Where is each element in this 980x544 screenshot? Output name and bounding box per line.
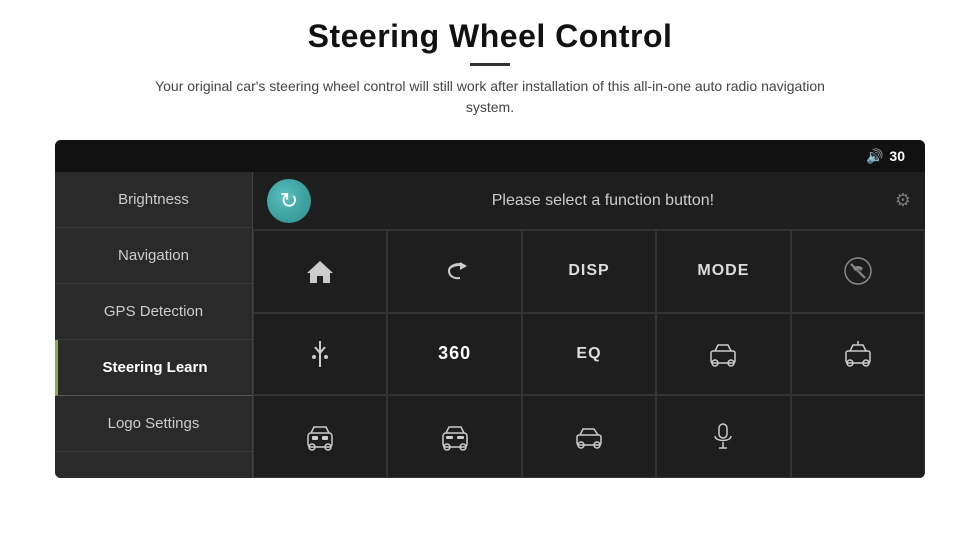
car-view-2-button[interactable] <box>791 313 925 396</box>
status-bar: 🔊 30 <box>55 140 925 172</box>
back-button[interactable] <box>387 230 521 313</box>
main-area: Brightness Navigation GPS Detection Stee… <box>55 172 925 478</box>
sidebar-item-brightness[interactable]: Brightness <box>55 172 252 228</box>
car-back-button[interactable] <box>387 395 521 478</box>
mic-button[interactable] <box>656 395 790 478</box>
sidebar-item-navigation[interactable]: Navigation <box>55 228 252 284</box>
mode-label: MODE <box>697 262 749 280</box>
page-header: Steering Wheel Control Your original car… <box>0 0 980 128</box>
phone-off-icon <box>843 256 873 286</box>
home-icon <box>305 257 335 285</box>
car-side-button[interactable] <box>522 395 656 478</box>
car-back-icon <box>440 423 470 451</box>
prompt-text: Please select a function button! <box>325 192 881 210</box>
car-view-2-icon <box>842 341 874 367</box>
antenna-icon <box>306 339 334 369</box>
sidebar: Brightness Navigation GPS Detection Stee… <box>55 172 253 478</box>
refresh-button[interactable]: ↻ <box>267 179 311 223</box>
volume-icon: 🔊 <box>866 148 883 165</box>
page-subtitle: Your original car's steering wheel contr… <box>140 76 840 118</box>
eq-button[interactable]: EQ <box>522 313 656 396</box>
mic-icon <box>711 422 735 452</box>
empty-button <box>791 395 925 478</box>
sidebar-item-gps-detection[interactable]: GPS Detection <box>55 284 252 340</box>
settings-icon: ⚙ <box>895 190 911 211</box>
360-label: 360 <box>438 343 471 364</box>
car-view-1-button[interactable] <box>656 313 790 396</box>
title-divider <box>470 63 510 66</box>
sidebar-item-steering-learn[interactable]: Steering Learn <box>55 340 252 396</box>
car-front-button[interactable] <box>253 395 387 478</box>
back-icon <box>440 257 470 285</box>
car-ui-screen: 🔊 30 Brightness Navigation GPS Detection… <box>55 140 925 478</box>
360-button[interactable]: 360 <box>387 313 521 396</box>
car-view-1-icon <box>707 341 739 367</box>
antenna-button[interactable] <box>253 313 387 396</box>
disp-button[interactable]: DISP <box>522 230 656 313</box>
disp-label: DISP <box>568 262 609 280</box>
page-title: Steering Wheel Control <box>60 18 920 55</box>
home-button[interactable] <box>253 230 387 313</box>
page: Steering Wheel Control Your original car… <box>0 0 980 478</box>
phone-off-button[interactable] <box>791 230 925 313</box>
mode-button[interactable]: MODE <box>656 230 790 313</box>
car-front-icon <box>305 423 335 451</box>
sidebar-item-logo-settings[interactable]: Logo Settings <box>55 396 252 452</box>
function-buttons-grid: DISP MODE <box>253 230 925 478</box>
top-row: ↻ Please select a function button! ⚙ <box>253 172 925 230</box>
eq-label: EQ <box>576 345 601 363</box>
car-side-icon <box>574 423 604 451</box>
volume-number: 30 <box>889 148 905 164</box>
content-panel: ↻ Please select a function button! ⚙ <box>253 172 925 478</box>
